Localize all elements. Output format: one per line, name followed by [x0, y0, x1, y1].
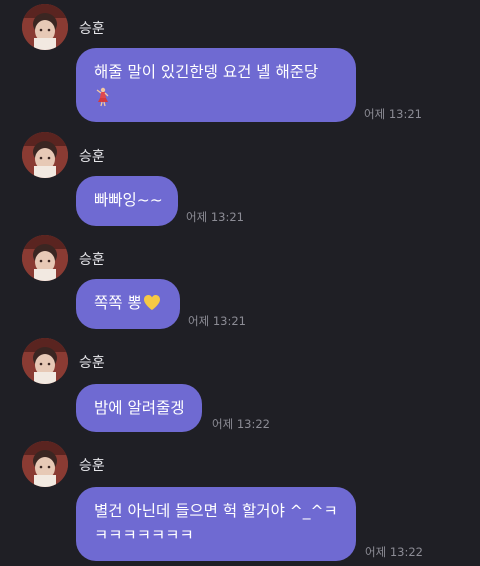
message-timestamp: 어제 13:22 [365, 545, 423, 559]
message-text: 쪽쪽 뽕 [94, 294, 142, 312]
avatar[interactable] [22, 235, 68, 281]
message-timestamp: 어제 13:21 [188, 314, 246, 328]
message-text-line: 별건 아닌데 들으면 헉 할거야 ^_^ㅋ [94, 502, 338, 520]
message-timestamp: 어제 13:22 [212, 417, 270, 431]
avatar[interactable] [22, 4, 68, 50]
message-bubble[interactable]: 별건 아닌데 들으면 헉 할거야 ^_^ㅋ ㅋㅋㅋㅋㅋㅋㅋ [76, 487, 356, 561]
dancer-emoji-icon [96, 87, 109, 106]
sender-name: 승훈 [79, 355, 105, 371]
avatar[interactable] [22, 132, 68, 178]
avatar-photo-icon [22, 132, 68, 178]
sender-name: 승훈 [79, 149, 105, 165]
avatar-photo-icon [22, 441, 68, 487]
message-bubble[interactable]: 해줄 말이 있긴한뎅 요건 녤 해준당 [76, 48, 356, 122]
avatar-photo-icon [22, 338, 68, 384]
avatar[interactable] [22, 441, 68, 487]
message-text-line: ㅋㅋㅋㅋㅋㅋㅋ [94, 526, 194, 544]
avatar-photo-icon [22, 4, 68, 50]
message-timestamp: 어제 13:21 [364, 107, 422, 121]
avatar-photo-icon [22, 235, 68, 281]
sender-name: 승훈 [79, 252, 105, 268]
message-timestamp: 어제 13:21 [186, 210, 244, 224]
sender-name: 승훈 [79, 458, 105, 474]
message-text: 밤에 알려줄겡 [94, 399, 185, 417]
sender-name: 승훈 [79, 21, 105, 37]
message-bubble[interactable]: 밤에 알려줄겡 [76, 384, 202, 432]
message-text: 빠빠잉~~ [94, 191, 163, 209]
message-bubble[interactable]: 빠빠잉~~ [76, 176, 178, 226]
avatar[interactable] [22, 338, 68, 384]
message-bubble[interactable]: 쪽쪽 뽕 [76, 279, 180, 329]
message-text: 해줄 말이 있긴한뎅 요건 녤 해준당 [94, 63, 319, 81]
yellow-heart-emoji-icon [143, 295, 160, 310]
